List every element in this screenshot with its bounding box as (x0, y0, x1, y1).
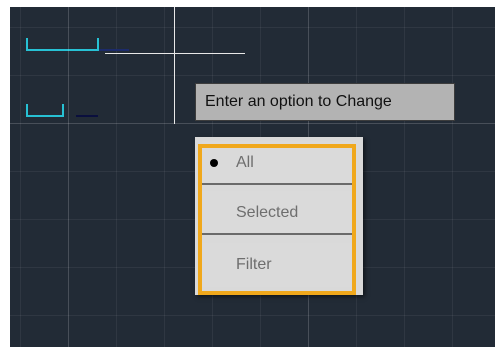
command-prompt-tooltip: Enter an option to Change (195, 83, 455, 121)
blue-dash-geometry-top (99, 49, 129, 51)
cyan-bracket-geometry-top (26, 38, 99, 51)
menu-item-label: Filter (236, 256, 272, 273)
menu-item-all[interactable]: All (202, 141, 352, 185)
dark-dash-geometry-bottom (76, 115, 98, 117)
menu-item-filter[interactable]: Filter (202, 243, 352, 287)
crosshair-horizontal-line (105, 53, 245, 54)
crosshair-vertical-line (174, 7, 175, 124)
bullet-icon (210, 159, 218, 167)
menu-item-label: All (236, 154, 254, 171)
options-dropdown-menu: All Selected Filter (195, 137, 363, 295)
cyan-bracket-geometry-bottom (26, 104, 64, 117)
tooltip-text: Enter an option to Change (205, 93, 392, 110)
menu-item-label: Selected (236, 204, 299, 221)
menu-item-selected[interactable]: Selected (202, 191, 352, 235)
